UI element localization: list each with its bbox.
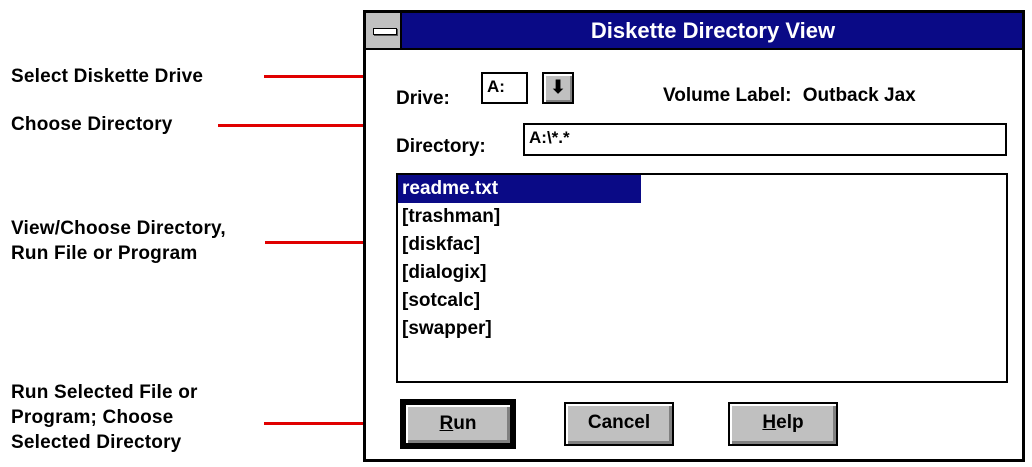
list-item[interactable]: [trashman] bbox=[398, 203, 1006, 231]
drive-label: Drive: bbox=[396, 88, 450, 109]
callout-choose-directory: Choose Directory bbox=[11, 114, 173, 135]
file-list[interactable]: readme.txt [trashman] [diskfac] [dialogix][… bbox=[396, 173, 1008, 383]
callout-select-drive: Select Diskette Drive bbox=[11, 66, 204, 87]
drive-dropdown-button[interactable]: ⬇ bbox=[542, 72, 574, 104]
run-button[interactable]: Run bbox=[400, 399, 516, 449]
list-item[interactable]: [diskfac] bbox=[398, 231, 1006, 259]
help-button[interactable]: Help bbox=[728, 402, 838, 446]
run-button-mnemonic: R bbox=[439, 413, 454, 434]
volume-label-caption: Volume Label: bbox=[663, 85, 792, 106]
drive-combo[interactable]: A: bbox=[481, 72, 528, 104]
list-item[interactable]: readme.txt bbox=[398, 175, 641, 203]
volume-label: Volume Label: Outback Jax bbox=[663, 85, 916, 107]
list-item[interactable]: [dialogix] bbox=[398, 259, 1006, 287]
title-bar: Diskette Directory View bbox=[366, 13, 1022, 50]
callout-run-selected: Run Selected File or Program; Choose Sel… bbox=[11, 382, 198, 453]
system-menu-button[interactable] bbox=[366, 13, 402, 48]
window-title: Diskette Directory View bbox=[590, 18, 836, 43]
directory-input[interactable]: A:\*.* bbox=[523, 123, 1007, 156]
chevron-down-icon: ⬇ bbox=[550, 77, 566, 97]
diskette-directory-window: Diskette Directory View Drive: A: ⬇ Volu… bbox=[363, 10, 1025, 462]
directory-label: Directory: bbox=[396, 136, 486, 157]
system-menu-icon bbox=[373, 28, 397, 35]
help-button-label: elp bbox=[776, 412, 804, 433]
list-item[interactable]: [sotcalc] bbox=[398, 287, 1006, 315]
help-button-mnemonic: H bbox=[762, 412, 777, 433]
list-item[interactable]: [swapper] bbox=[398, 315, 1006, 343]
run-button-label: un bbox=[453, 413, 477, 434]
callout-view-choose: View/Choose Directory, Run File or Progr… bbox=[11, 218, 226, 264]
volume-label-value: Outback Jax bbox=[802, 85, 916, 106]
cancel-button[interactable]: Cancel bbox=[564, 402, 674, 446]
